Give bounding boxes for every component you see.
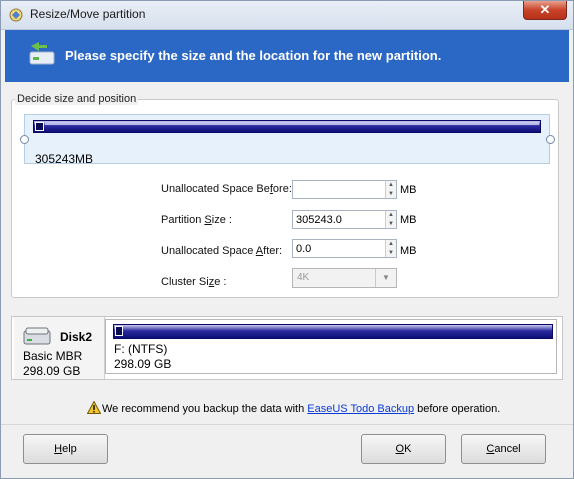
volume-bar-handle — [115, 326, 123, 336]
partition-resize-icon — [29, 42, 55, 65]
spin-down-icon[interactable]: ▼ — [386, 249, 396, 257]
volume-bar — [113, 324, 553, 339]
warning-icon — [87, 401, 101, 414]
close-icon: ✕ — [539, 2, 551, 17]
cluster-size-label: Cluster Size : — [161, 276, 227, 288]
unallocated-after-label: Unallocated Space After: — [161, 245, 283, 257]
spinner-arrows[interactable]: ▲ ▼ — [385, 211, 396, 228]
right-resize-handle[interactable] — [546, 135, 555, 144]
spin-up-icon[interactable]: ▲ — [386, 240, 396, 248]
partition-size-spinner[interactable]: ▲▼ — [292, 210, 397, 229]
easeus-todo-backup-link[interactable]: EaseUS Todo Backup — [307, 403, 414, 415]
close-button[interactable]: ✕ — [523, 1, 567, 20]
volume-size: 298.09 GB — [114, 357, 172, 371]
spin-down-icon[interactable]: ▼ — [386, 190, 396, 198]
partition-bar-handle[interactable] — [35, 122, 44, 131]
ok-button[interactable]: OK — [361, 434, 446, 464]
unallocated-after-input[interactable] — [296, 241, 382, 256]
unit-label: MB — [400, 214, 417, 226]
disk-name: Disk2 — [60, 330, 93, 344]
unit-label: MB — [400, 184, 417, 196]
divider — [1, 424, 573, 425]
partition-size-readout: 305243MB — [35, 152, 94, 166]
partition-size-label: Partition Size : — [161, 214, 232, 226]
spin-up-icon[interactable]: ▲ — [386, 181, 396, 189]
title-bar: Resize/Move partition ✕ — [1, 1, 573, 30]
partition-bar-highlight — [45, 122, 539, 125]
unallocated-before-spinner[interactable]: ▲▼ — [292, 180, 397, 199]
disk-type: Basic MBR — [23, 349, 83, 363]
volume-name: F: (NTFS) — [114, 342, 168, 356]
hard-disk-icon — [23, 327, 51, 345]
spin-up-icon[interactable]: ▲ — [386, 211, 396, 219]
unit-label: MB — [400, 245, 417, 257]
backup-recommendation: We recommend you backup the data with Ea… — [87, 401, 500, 415]
resize-move-dialog: Resize/Move partition ✕ Please specify t… — [0, 0, 574, 479]
header-banner: Please specify the size and the location… — [5, 30, 569, 82]
cluster-size-select[interactable]: 4K ▼ — [292, 268, 397, 288]
window-title: Resize/Move partition — [30, 7, 146, 21]
disk-size: 298.09 GB — [23, 364, 81, 378]
left-resize-handle[interactable] — [20, 135, 29, 144]
unallocated-before-label: Unallocated Space Before: — [161, 183, 292, 195]
partition-size-input[interactable] — [296, 212, 382, 227]
unallocated-after-spinner[interactable]: ▲▼ — [292, 239, 397, 258]
chevron-down-icon[interactable]: ▼ — [375, 269, 396, 287]
spinner-arrows[interactable]: ▲ ▼ — [385, 181, 396, 198]
help-button[interactable]: Help — [23, 434, 108, 464]
unallocated-before-input[interactable] — [296, 182, 317, 197]
cluster-size-value: 4K — [297, 272, 310, 283]
group-title: Decide size and position — [15, 93, 139, 105]
spinner-arrows[interactable]: ▲ ▼ — [385, 240, 396, 257]
spin-down-icon[interactable]: ▼ — [386, 220, 396, 228]
app-icon — [9, 8, 23, 22]
cancel-button[interactable]: Cancel — [461, 434, 546, 464]
header-title: Please specify the size and the location… — [65, 48, 442, 63]
